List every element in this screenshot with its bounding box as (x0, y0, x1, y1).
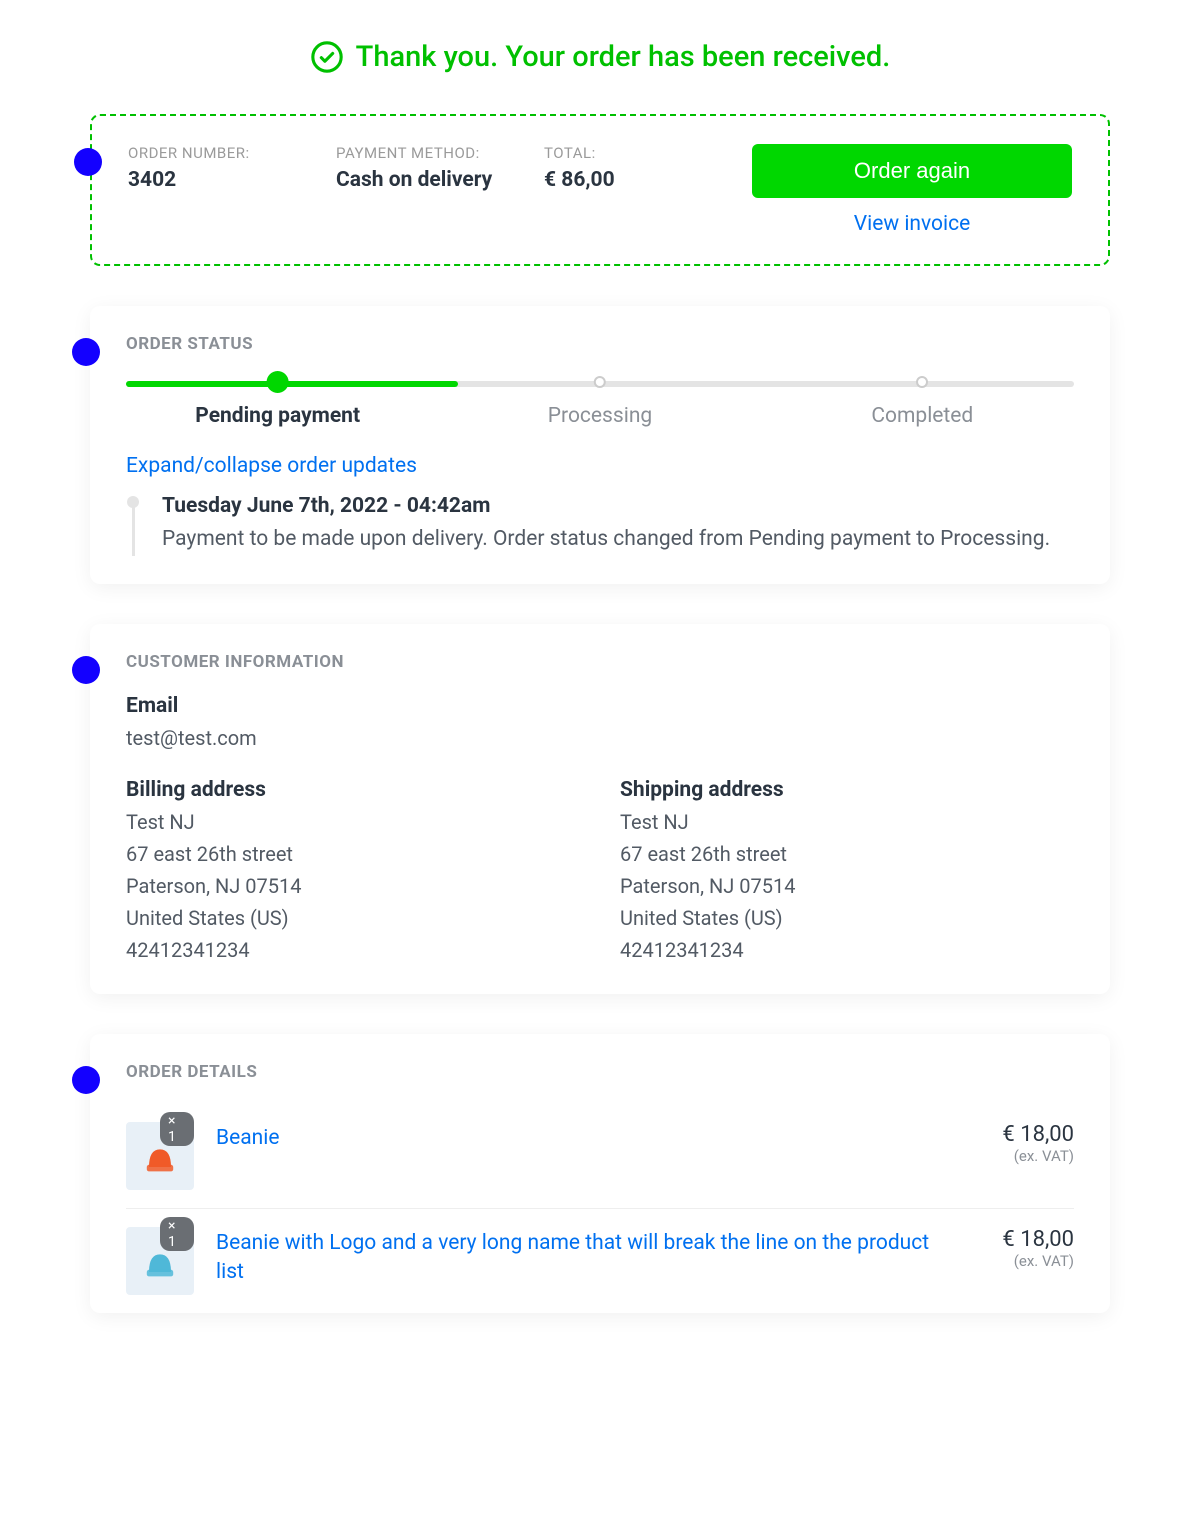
stepper-step-label: Completed (871, 404, 973, 428)
stepper-node-icon (267, 371, 289, 393)
view-invoice-link[interactable]: View invoice (752, 212, 1072, 236)
order-status-card: ORDER STATUS Pending payment Processing Co… (90, 306, 1110, 584)
email-value: test@test.com (126, 722, 1074, 754)
annotation-dot (72, 1066, 100, 1094)
summary-item: TOTAL: € 86,00 (544, 144, 752, 192)
shipping-address-label: Shipping address (620, 778, 1074, 802)
stepper-step: Pending payment (195, 376, 360, 428)
address-line: 67 east 26th street (126, 838, 580, 870)
summary-item: ORDER NUMBER: 3402 (128, 144, 336, 192)
address-line: United States (US) (620, 902, 1074, 934)
address-line: Test NJ (620, 806, 1074, 838)
stepper-step-label: Pending payment (195, 404, 360, 428)
order-details-title: ORDER DETAILS (126, 1062, 1074, 1082)
address-line: 42412341234 (620, 934, 1074, 966)
annotation-dot (74, 148, 102, 176)
price-note: (ex. VAT) (954, 1252, 1074, 1270)
thank-you-banner: Thank you. Your order has been received. (90, 40, 1110, 74)
order-summary-card: ORDER NUMBER: 3402PAYMENT METHOD: Cash on … (90, 114, 1110, 266)
summary-label: PAYMENT METHOD: (336, 144, 544, 162)
stepper-node-icon (916, 376, 928, 388)
shipping-address: Test NJ67 east 26th streetPaterson, NJ 0… (620, 806, 1074, 966)
address-line: Test NJ (126, 806, 580, 838)
order-item-row: × 1 Beanie with Logo and a very long name… (126, 1208, 1074, 1313)
toggle-updates-link[interactable]: Expand/collapse order updates (126, 454, 417, 478)
address-line: 67 east 26th street (620, 838, 1074, 870)
order-again-button[interactable]: Order again (752, 144, 1072, 198)
summary-value: 3402 (128, 168, 336, 192)
address-line: Paterson, NJ 07514 (126, 870, 580, 902)
product-thumbnail: × 1 (126, 1122, 194, 1190)
quantity-badge: × 1 (160, 1217, 194, 1251)
address-line: United States (US) (126, 902, 580, 934)
summary-value: € 86,00 (544, 168, 752, 192)
summary-item: PAYMENT METHOD: Cash on delivery (336, 144, 544, 192)
price-amount: € 18,00 (954, 1122, 1074, 1147)
address-line: 42412341234 (126, 934, 580, 966)
order-update-entry: Tuesday June 7th, 2022 - 04:42am Payment… (126, 494, 1074, 556)
address-line: Paterson, NJ 07514 (620, 870, 1074, 902)
summary-label: TOTAL: (544, 144, 752, 162)
annotation-dot (72, 656, 100, 684)
stepper-node-icon (594, 376, 606, 388)
timeline-dot-icon (127, 496, 139, 508)
stepper-step: Completed (871, 376, 973, 428)
order-item-row: × 1 Beanie € 18,00(ex. VAT) (126, 1104, 1074, 1208)
summary-value: Cash on delivery (336, 168, 544, 192)
price-amount: € 18,00 (954, 1227, 1074, 1252)
billing-address-label: Billing address (126, 778, 580, 802)
product-thumbnail: × 1 (126, 1227, 194, 1295)
order-status-title: ORDER STATUS (126, 334, 1074, 354)
status-stepper: Pending payment Processing Completed (126, 376, 1074, 426)
update-timestamp: Tuesday June 7th, 2022 - 04:42am (162, 494, 1074, 518)
annotation-dot (72, 338, 100, 366)
thank-you-text: Thank you. Your order has been received. (356, 40, 891, 74)
summary-label: ORDER NUMBER: (128, 144, 336, 162)
update-body: Payment to be made upon delivery. Order … (162, 524, 1074, 556)
product-price: € 18,00(ex. VAT) (954, 1122, 1074, 1165)
stepper-step-label: Processing (548, 404, 652, 428)
product-name-link[interactable]: Beanie (216, 1122, 932, 1153)
customer-info-card: CUSTOMER INFORMATION Email test@test.com… (90, 624, 1110, 994)
product-name-link[interactable]: Beanie with Logo and a very long name th… (216, 1227, 932, 1288)
check-circle-icon (310, 40, 344, 74)
quantity-badge: × 1 (160, 1112, 194, 1146)
order-details-card: ORDER DETAILS × 1Beanie€ 18,00(ex. VAT)×… (90, 1034, 1110, 1313)
product-price: € 18,00(ex. VAT) (954, 1227, 1074, 1270)
price-note: (ex. VAT) (954, 1147, 1074, 1165)
customer-info-title: CUSTOMER INFORMATION (126, 652, 1074, 672)
billing-address: Test NJ67 east 26th streetPaterson, NJ 0… (126, 806, 580, 966)
stepper-step: Processing (548, 376, 652, 428)
email-label: Email (126, 694, 1074, 718)
